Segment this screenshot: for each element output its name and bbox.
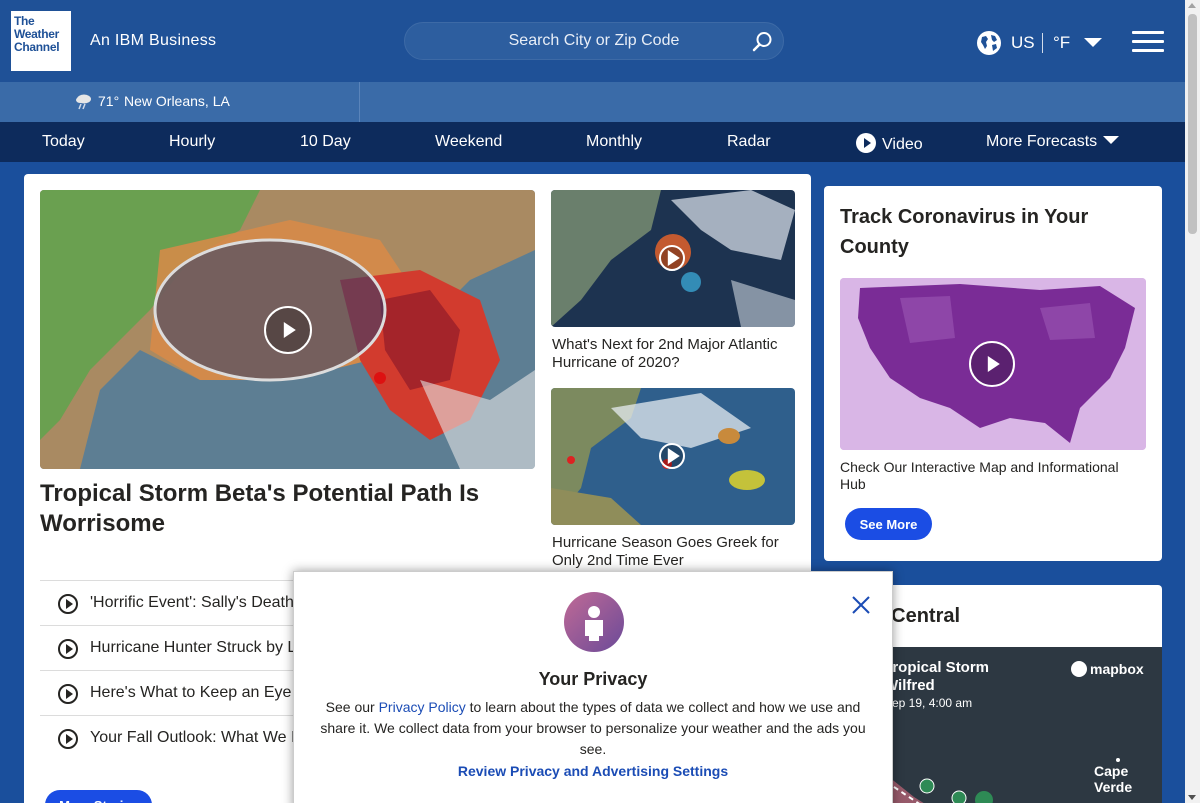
nav-monthly[interactable]: Monthly	[586, 133, 642, 151]
coronavirus-card: Track Coronavirus in Your County Check O…	[824, 186, 1162, 561]
nav-more-label: More Forecasts	[986, 133, 1098, 150]
current-city: New Orleans, LA	[124, 93, 230, 109]
location-bar: 71° New Orleans, LA	[0, 82, 1200, 122]
nav-more-forecasts[interactable]: More Forecasts	[986, 133, 1120, 151]
forecast-nav: Today Hourly 10 Day Weekend Monthly Rada…	[0, 122, 1200, 162]
search-input[interactable]: Search City or Zip Code	[404, 22, 784, 60]
play-icon	[58, 594, 78, 614]
weather-channel-logo[interactable]: The Weather Channel	[11, 11, 71, 71]
map-place-label: Cape Verde	[1094, 763, 1133, 795]
nav-today[interactable]: Today	[42, 133, 85, 151]
logo-line-3: Channel	[14, 40, 60, 54]
play-icon[interactable]	[969, 341, 1015, 387]
play-icon	[58, 684, 78, 704]
mapbox-label: mapbox	[1090, 661, 1144, 677]
storm-name-line-1: Tropical Storm	[884, 659, 990, 676]
storm-date: Sep 19, 4:00 am	[884, 696, 973, 710]
storm-name: Tropical Storm Wilfred	[884, 659, 989, 695]
privacy-policy-link[interactable]: Privacy Policy	[379, 699, 466, 715]
close-icon[interactable]	[850, 594, 872, 616]
current-temperature: 71°	[98, 93, 120, 109]
play-icon	[856, 133, 876, 153]
play-icon	[58, 729, 78, 749]
mapbox-attribution[interactable]: mapbox	[1071, 661, 1144, 677]
coronavirus-map-thumbnail[interactable]	[840, 278, 1146, 450]
site-header: The Weather Channel An IBM Business Sear…	[0, 0, 1200, 82]
scrollbar-thumb[interactable]	[1188, 14, 1197, 234]
coronavirus-card-title[interactable]: Track Coronavirus in Your County	[840, 202, 1140, 262]
play-icon	[58, 639, 78, 659]
story-title: Your Fall Outlook: What We I	[90, 729, 296, 746]
unit-selector[interactable]: °F	[1053, 33, 1070, 53]
coronavirus-description: Check Our Interactive Map and Informatio…	[840, 459, 1119, 492]
play-icon[interactable]	[659, 245, 685, 271]
see-more-button[interactable]: See More	[845, 508, 932, 540]
rain-cloud-icon	[76, 94, 91, 110]
privacy-settings-link[interactable]: Review Privacy and Advertising Settings	[294, 763, 892, 779]
privacy-person-icon	[564, 592, 624, 652]
more-stories-button[interactable]: More Stories	[45, 790, 152, 803]
country-selector[interactable]: US	[1011, 33, 1035, 53]
storm-name-line-2: Wilfred	[884, 677, 935, 694]
privacy-text-before: See our	[325, 699, 379, 715]
hero-headline[interactable]: Tropical Storm Beta's Potential Path Is …	[40, 479, 520, 539]
mapbox-logo-icon	[1071, 661, 1087, 677]
nav-radar[interactable]: Radar	[727, 133, 771, 151]
chevron-down-icon	[1103, 136, 1120, 144]
side-story-2-thumbnail[interactable]	[551, 388, 795, 525]
story-title: Hurricane Hunter Struck by L	[90, 639, 297, 656]
search-placeholder: Search City or Zip Code	[508, 32, 680, 49]
ibm-tagline: An IBM Business	[90, 32, 217, 49]
nav-video[interactable]: Video	[856, 133, 923, 154]
unit-divider	[1042, 33, 1043, 53]
search-icon[interactable]	[751, 31, 773, 53]
play-icon[interactable]	[659, 443, 685, 469]
scroll-up-arrow-icon[interactable]	[1188, 3, 1196, 8]
side-story-1-thumbnail[interactable]	[551, 190, 795, 327]
hero-video-thumbnail[interactable]	[40, 190, 535, 469]
chevron-down-icon[interactable]	[1084, 38, 1102, 47]
play-icon[interactable]	[264, 306, 312, 354]
privacy-description: See our Privacy Policy to learn about th…	[318, 697, 868, 760]
nav-hourly[interactable]: Hourly	[169, 133, 215, 151]
side-story-1-caption[interactable]: What's Next for 2nd Major Atlantic Hurri…	[552, 336, 796, 372]
nav-weekend[interactable]: Weekend	[435, 133, 502, 151]
side-story-2-caption[interactable]: Hurricane Season Goes Greek for Only 2nd…	[552, 534, 796, 570]
scroll-down-arrow-icon[interactable]	[1188, 795, 1196, 800]
privacy-dialog: Your Privacy See our Privacy Policy to l…	[293, 571, 893, 803]
nav-10-day[interactable]: 10 Day	[300, 133, 351, 151]
page-scrollbar[interactable]	[1185, 0, 1200, 803]
story-title: Here's What to Keep an Eye	[90, 684, 292, 701]
nav-video-label: Video	[882, 136, 923, 153]
hamburger-menu-icon[interactable]	[1132, 31, 1164, 53]
globe-icon[interactable]	[976, 30, 1002, 56]
privacy-title: Your Privacy	[538, 669, 648, 689]
story-title: 'Horrific Event': Sally's Death	[90, 594, 294, 611]
current-location[interactable]: 71° New Orleans, LA	[0, 82, 360, 122]
